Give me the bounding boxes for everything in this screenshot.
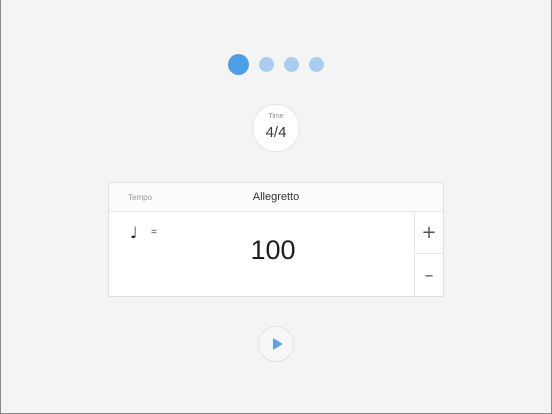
equals-sign: =	[151, 227, 157, 238]
time-signature-label: Time	[268, 113, 284, 120]
time-signature-button[interactable]: Time 4/4	[252, 104, 300, 152]
tempo-panel: Tempo Allegretto ♩ = 100 + –	[108, 182, 444, 297]
beat-dot-2	[259, 57, 274, 72]
decrease-tempo-button[interactable]: –	[415, 254, 443, 296]
tempo-header: Tempo Allegretto	[109, 183, 443, 212]
bpm-value[interactable]: 100	[217, 235, 329, 266]
beat-dot-3	[284, 57, 299, 72]
play-icon	[273, 338, 283, 350]
quarter-note-icon: ♩	[130, 223, 138, 242]
bpm-stepper: + –	[414, 211, 443, 296]
increase-tempo-button[interactable]: +	[415, 211, 443, 254]
window-left-border	[0, 0, 1, 414]
tempo-marking: Allegretto	[252, 191, 300, 203]
beat-dot-4	[309, 57, 324, 72]
play-button[interactable]	[258, 326, 294, 362]
beat-indicators	[228, 54, 334, 75]
beat-dot-1	[228, 54, 249, 75]
time-signature-value: 4/4	[265, 124, 287, 141]
